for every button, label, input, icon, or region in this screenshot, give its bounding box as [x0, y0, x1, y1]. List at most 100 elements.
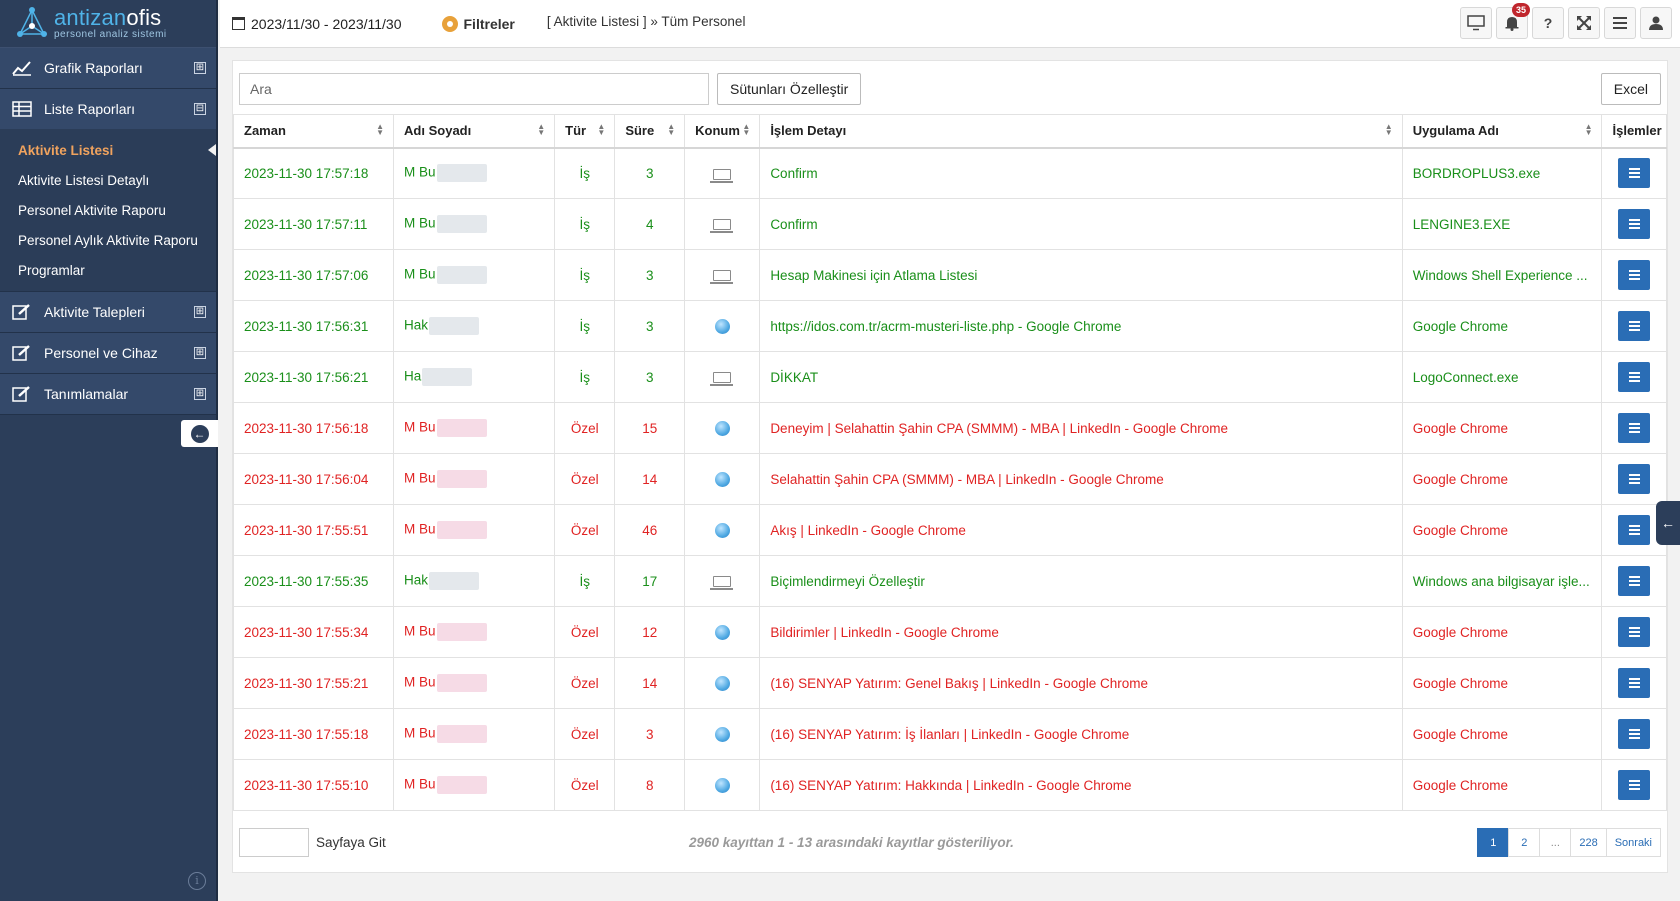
menu-label: Tanımlamalar	[44, 386, 129, 402]
submenu-item-personel-aylik-aktivite-raporu[interactable]: Personel Aylık Aktivite Raporu	[0, 225, 216, 255]
submenu-item-aktivite-listesi-detayli[interactable]: Aktivite Listesi Detaylı	[0, 165, 216, 195]
cell-location	[684, 504, 761, 556]
column-header-zaman[interactable]: Zaman ▲ ▼	[232, 114, 395, 149]
records-info: 2960 kayıttan 1 - 13 arasındaki kayıtlar…	[689, 835, 1014, 850]
arrow-left-circle-icon: ←	[190, 424, 209, 443]
row-actions-button[interactable]	[1618, 209, 1651, 239]
column-header-uygulama-adi[interactable]: Uygulama Adı ▲ ▼	[1401, 114, 1603, 149]
notifications-button[interactable]: 35	[1496, 3, 1530, 39]
row-actions-button[interactable]	[1618, 668, 1651, 698]
user-button[interactable]	[1640, 7, 1672, 39]
date-range-picker[interactable]: 2023/11/30 - 2023/11/30	[232, 16, 402, 32]
cell-name: M Bu	[393, 708, 556, 760]
menu-button[interactable]	[1604, 7, 1636, 39]
cell-location	[684, 657, 761, 709]
monitor-button[interactable]	[1460, 7, 1492, 39]
search-input[interactable]	[239, 73, 709, 105]
logo[interactable]: antizanofis personel analiz sistemi	[0, 0, 216, 48]
row-actions-button[interactable]	[1618, 260, 1651, 290]
cell-detail: Deneyim | Selahattin Şahin CPA (SMMM) - …	[759, 402, 1403, 454]
table-toolbar: Sütunları Özelleştir Excel	[239, 71, 1661, 105]
cell-type: Özel	[554, 606, 616, 658]
expand-icon[interactable]: ⊞	[194, 306, 206, 318]
table-row: 2023-11-30 17:55:34 M Bu Özel 12 Bildirimler…	[232, 606, 1667, 658]
submenu-item-personel-aktivite-raporu[interactable]: Personel Aktivite Raporu	[0, 195, 216, 225]
cell-duration: 14	[614, 453, 686, 505]
expand-icon[interactable]: ⊞	[194, 62, 206, 74]
row-actions-button[interactable]	[1618, 362, 1651, 392]
goto-page-label: Sayfaya Git	[316, 835, 386, 850]
column-header-adi-soyadi[interactable]: Adı Soyadı ▲ ▼	[393, 114, 556, 149]
row-actions-button[interactable]	[1618, 719, 1651, 749]
table-row: 2023-11-30 17:56:18 M Bu Özel 15 Deneyim | S…	[232, 402, 1667, 454]
row-actions-button[interactable]	[1618, 770, 1651, 800]
cell-name: M Bu	[393, 504, 556, 556]
redacted-block	[436, 215, 487, 233]
filters-button[interactable]: Filtreler	[441, 15, 515, 32]
submenu-item-aktivite-listesi[interactable]: Aktivite Listesi	[0, 135, 216, 165]
menu-tanimlamalar[interactable]: Tanımlamalar ⊞	[0, 374, 216, 414]
cell-duration: 8	[614, 759, 686, 811]
column-header-sure[interactable]: Süre ▲ ▼	[614, 114, 686, 149]
person-name: M Bu	[404, 164, 436, 180]
person-name: M Bu	[404, 419, 436, 435]
row-actions-button[interactable]	[1618, 566, 1651, 596]
menu-liste-raporlari[interactable]: Liste Raporları ⊟	[0, 89, 216, 129]
cell-app: Windows Shell Experience ...	[1401, 249, 1603, 301]
goto-page-input[interactable]	[239, 828, 309, 857]
cell-actions	[1601, 606, 1667, 658]
help-button[interactable]: ?	[1532, 7, 1564, 39]
cell-detail: https://idos.com.tr/acrm-musteri-liste.p…	[759, 300, 1403, 352]
menu-grafik-raporlari[interactable]: Grafik Raporları ⊞	[0, 48, 216, 88]
page-button[interactable]: 228	[1570, 828, 1607, 857]
cell-detail: Selahattin Şahin CPA (SMMM) - MBA | Link…	[759, 453, 1403, 505]
page-button[interactable]: 1	[1477, 828, 1510, 857]
sidebar-collapse-button[interactable]: ←	[181, 420, 218, 447]
cell-actions	[1601, 555, 1667, 607]
row-actions-button[interactable]	[1618, 158, 1651, 189]
customize-columns-button[interactable]: Sütunları Özelleştir	[717, 73, 862, 105]
row-actions-button[interactable]	[1618, 311, 1651, 341]
page-ellipsis: ...	[1539, 828, 1572, 857]
row-actions-button[interactable]	[1618, 464, 1651, 494]
menu-personel-ve-cihaz[interactable]: Personel ve Cihaz ⊞	[0, 333, 216, 373]
column-header-islem-detayi[interactable]: İşlem Detayı ▲ ▼	[759, 114, 1403, 149]
cell-location	[684, 402, 761, 454]
globe-icon	[714, 777, 730, 793]
cell-actions	[1601, 351, 1667, 403]
page-button[interactable]: 2	[1508, 828, 1541, 857]
column-header-konum[interactable]: Konum ▲ ▼	[684, 114, 761, 149]
filters-label: Filtreler	[463, 15, 515, 32]
row-actions-button[interactable]	[1618, 515, 1651, 545]
redacted-block	[436, 725, 487, 743]
expand-icon[interactable]: ⊞	[194, 388, 206, 400]
row-actions-button[interactable]	[1618, 617, 1651, 647]
person-name: Ha	[404, 368, 422, 384]
column-header-tur[interactable]: Tür ▲ ▼	[554, 114, 616, 149]
menu-aktivite-talepleri[interactable]: Aktivite Talepleri ⊞	[0, 292, 216, 332]
menu-group-aktivite-talepleri: Aktivite Talepleri ⊞	[0, 292, 216, 333]
next-page-button[interactable]: Sonraki	[1605, 828, 1661, 857]
fullscreen-button[interactable]	[1568, 7, 1600, 39]
cell-app: LENGINE3.EXE	[1401, 198, 1603, 250]
table-row: 2023-11-30 17:56:31 Hak İş 3 https://idos.co…	[232, 300, 1667, 352]
collapse-icon[interactable]: ⊟	[194, 103, 206, 115]
menu-group-grafik: Grafik Raporları ⊞	[0, 48, 216, 89]
cell-time: 2023-11-30 17:56:04	[232, 453, 395, 505]
person-name: M Bu	[404, 470, 436, 486]
cell-app: Google Chrome	[1401, 657, 1603, 709]
cell-time: 2023-11-30 17:57:11	[232, 198, 395, 250]
excel-export-button[interactable]: Excel	[1600, 73, 1661, 105]
cell-name: Ha	[393, 351, 556, 403]
table-row: 2023-11-30 17:56:21 Ha İş 3 DİKKAT LogoConnec…	[232, 351, 1667, 403]
menu-group-personel-cihaz: Personel ve Cihaz ⊞	[0, 333, 216, 374]
laptop-icon	[710, 372, 734, 387]
side-panel-toggle[interactable]: ←	[1656, 501, 1680, 545]
table-row: 2023-11-30 17:57:18 M Bu İş 3 Confirm BORDROP…	[232, 147, 1667, 199]
expand-icon[interactable]: ⊞	[194, 347, 206, 359]
topbar: 2023/11/30 - 2023/11/30 Filtreler [ Akti…	[220, 0, 1680, 48]
info-icon[interactable]: i	[188, 872, 206, 890]
row-actions-button[interactable]	[1618, 413, 1651, 443]
submenu-item-programlar[interactable]: Programlar	[0, 255, 216, 285]
date-range-text: 2023/11/30 - 2023/11/30	[251, 15, 402, 32]
